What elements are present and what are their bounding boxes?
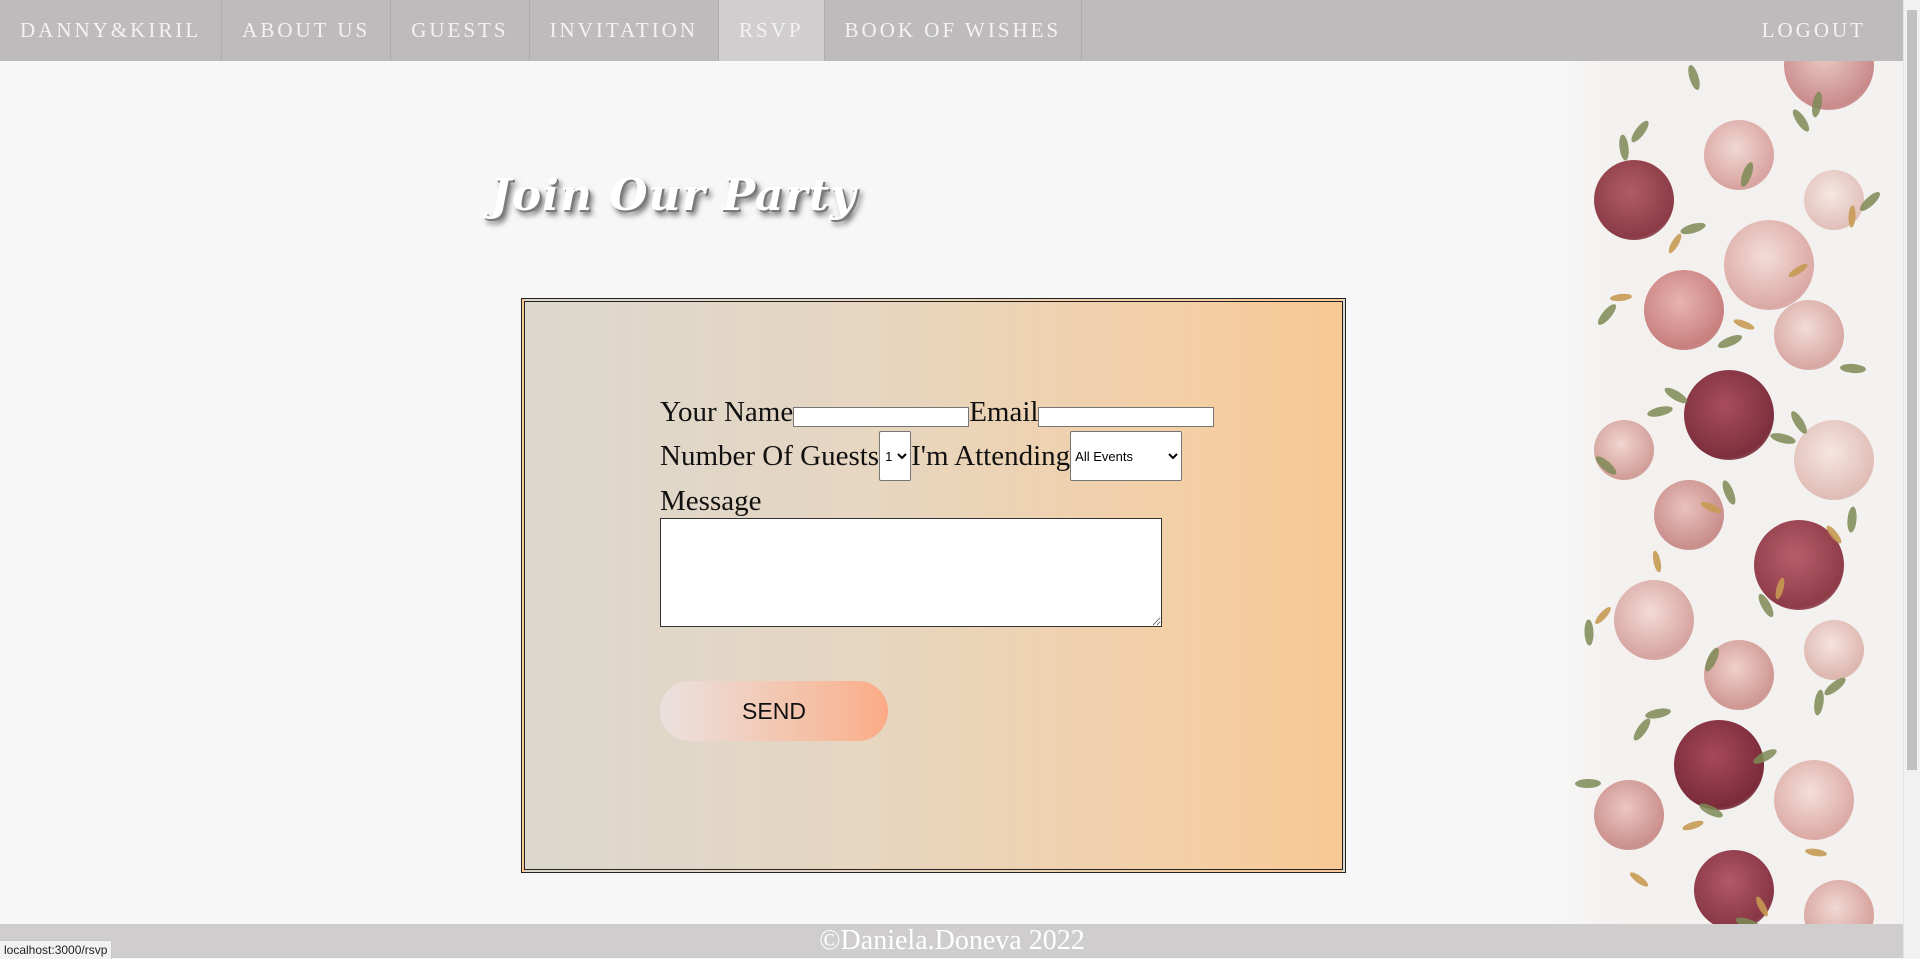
leaf-decoration bbox=[1574, 778, 1602, 789]
leaf-decoration bbox=[1769, 430, 1797, 447]
rose-decoration bbox=[1694, 850, 1774, 930]
name-input[interactable] bbox=[793, 406, 970, 427]
rose-decoration bbox=[1804, 620, 1864, 680]
nav-invitation-link[interactable]: INVITATION bbox=[530, 0, 720, 61]
leaf-decoration bbox=[1628, 118, 1652, 145]
leaf-decoration bbox=[1716, 332, 1744, 351]
floral-background-image bbox=[1554, 0, 1904, 958]
name-email-row: Your Name Email bbox=[660, 394, 1260, 431]
guests-label: Number Of Guests bbox=[660, 439, 880, 472]
leaf-decoration bbox=[1839, 363, 1867, 374]
rose-decoration bbox=[1594, 420, 1654, 480]
nav-brand-link[interactable]: DANNY&KIRIL bbox=[0, 0, 223, 61]
rose-decoration bbox=[1594, 160, 1674, 240]
attending-select[interactable]: All Events bbox=[1070, 431, 1183, 481]
rose-decoration bbox=[1654, 480, 1724, 550]
page-scrollbar[interactable] bbox=[1903, 0, 1920, 958]
rose-decoration bbox=[1674, 720, 1764, 810]
status-bar-url: localhost:3000/rsvp bbox=[0, 940, 113, 959]
leaf-decoration bbox=[1812, 689, 1826, 716]
leaf-decoration bbox=[1681, 818, 1705, 833]
leaf-decoration bbox=[1732, 317, 1756, 332]
leaf-decoration bbox=[1651, 550, 1663, 573]
scrollbar-thumb[interactable] bbox=[1907, 10, 1917, 770]
rose-decoration bbox=[1684, 370, 1774, 460]
message-label: Message bbox=[660, 485, 762, 517]
rose-decoration bbox=[1594, 780, 1664, 850]
guests-attending-row: Number Of Guests 1 I'm Attending All Eve… bbox=[660, 431, 1260, 481]
nav-guests-link[interactable]: GUESTS bbox=[391, 0, 530, 61]
leaf-decoration bbox=[1719, 478, 1739, 507]
name-label: Your Name bbox=[660, 396, 794, 428]
leaf-decoration bbox=[1789, 107, 1813, 134]
leaf-decoration bbox=[1847, 205, 1857, 228]
rose-decoration bbox=[1774, 300, 1844, 370]
leaf-decoration bbox=[1630, 716, 1654, 743]
rose-decoration bbox=[1614, 580, 1694, 660]
leaf-decoration bbox=[1609, 292, 1633, 303]
nav-rsvp-link[interactable]: RSVP bbox=[719, 0, 825, 61]
leaf-decoration bbox=[1662, 384, 1690, 407]
leaf-decoration bbox=[1679, 220, 1707, 237]
nav-about-us-link[interactable]: ABOUT US bbox=[222, 0, 392, 61]
page-title: Join Our Party bbox=[490, 170, 857, 221]
rsvp-form-box: Your Name Email Number Of Guests 1 I'm A… bbox=[521, 298, 1346, 873]
send-button[interactable]: SEND bbox=[660, 681, 888, 741]
leaf-decoration bbox=[1593, 604, 1613, 627]
top-navbar: DANNY&KIRIL ABOUT US GUESTS INVITATION R… bbox=[0, 0, 1904, 61]
footer-copyright: ©Daniela.Doneva 2022 bbox=[0, 924, 1904, 958]
rose-decoration bbox=[1774, 760, 1854, 840]
message-textarea[interactable] bbox=[660, 518, 1162, 627]
leaf-decoration bbox=[1788, 409, 1810, 436]
leaf-decoration bbox=[1666, 232, 1684, 255]
leaf-decoration bbox=[1584, 619, 1594, 646]
email-label: Email bbox=[969, 396, 1039, 428]
nav-book-of-wishes-link[interactable]: BOOK OF WISHES bbox=[825, 0, 1083, 61]
email-input[interactable] bbox=[1038, 406, 1215, 427]
leaf-decoration bbox=[1685, 63, 1703, 92]
guests-select[interactable]: 1 bbox=[879, 431, 912, 481]
leaf-decoration bbox=[1804, 847, 1828, 858]
rose-decoration bbox=[1644, 270, 1724, 350]
logout-link[interactable]: LOGOUT bbox=[1742, 0, 1904, 61]
leaf-decoration bbox=[1628, 870, 1650, 889]
rsvp-form: Your Name Email Number Of Guests 1 I'm A… bbox=[660, 394, 1260, 741]
leaf-decoration bbox=[1846, 506, 1858, 533]
attending-label: I'm Attending bbox=[911, 439, 1071, 472]
leaf-decoration bbox=[1646, 404, 1674, 419]
leaf-decoration bbox=[1617, 134, 1631, 161]
rose-decoration bbox=[1704, 120, 1774, 190]
leaf-decoration bbox=[1595, 301, 1619, 328]
